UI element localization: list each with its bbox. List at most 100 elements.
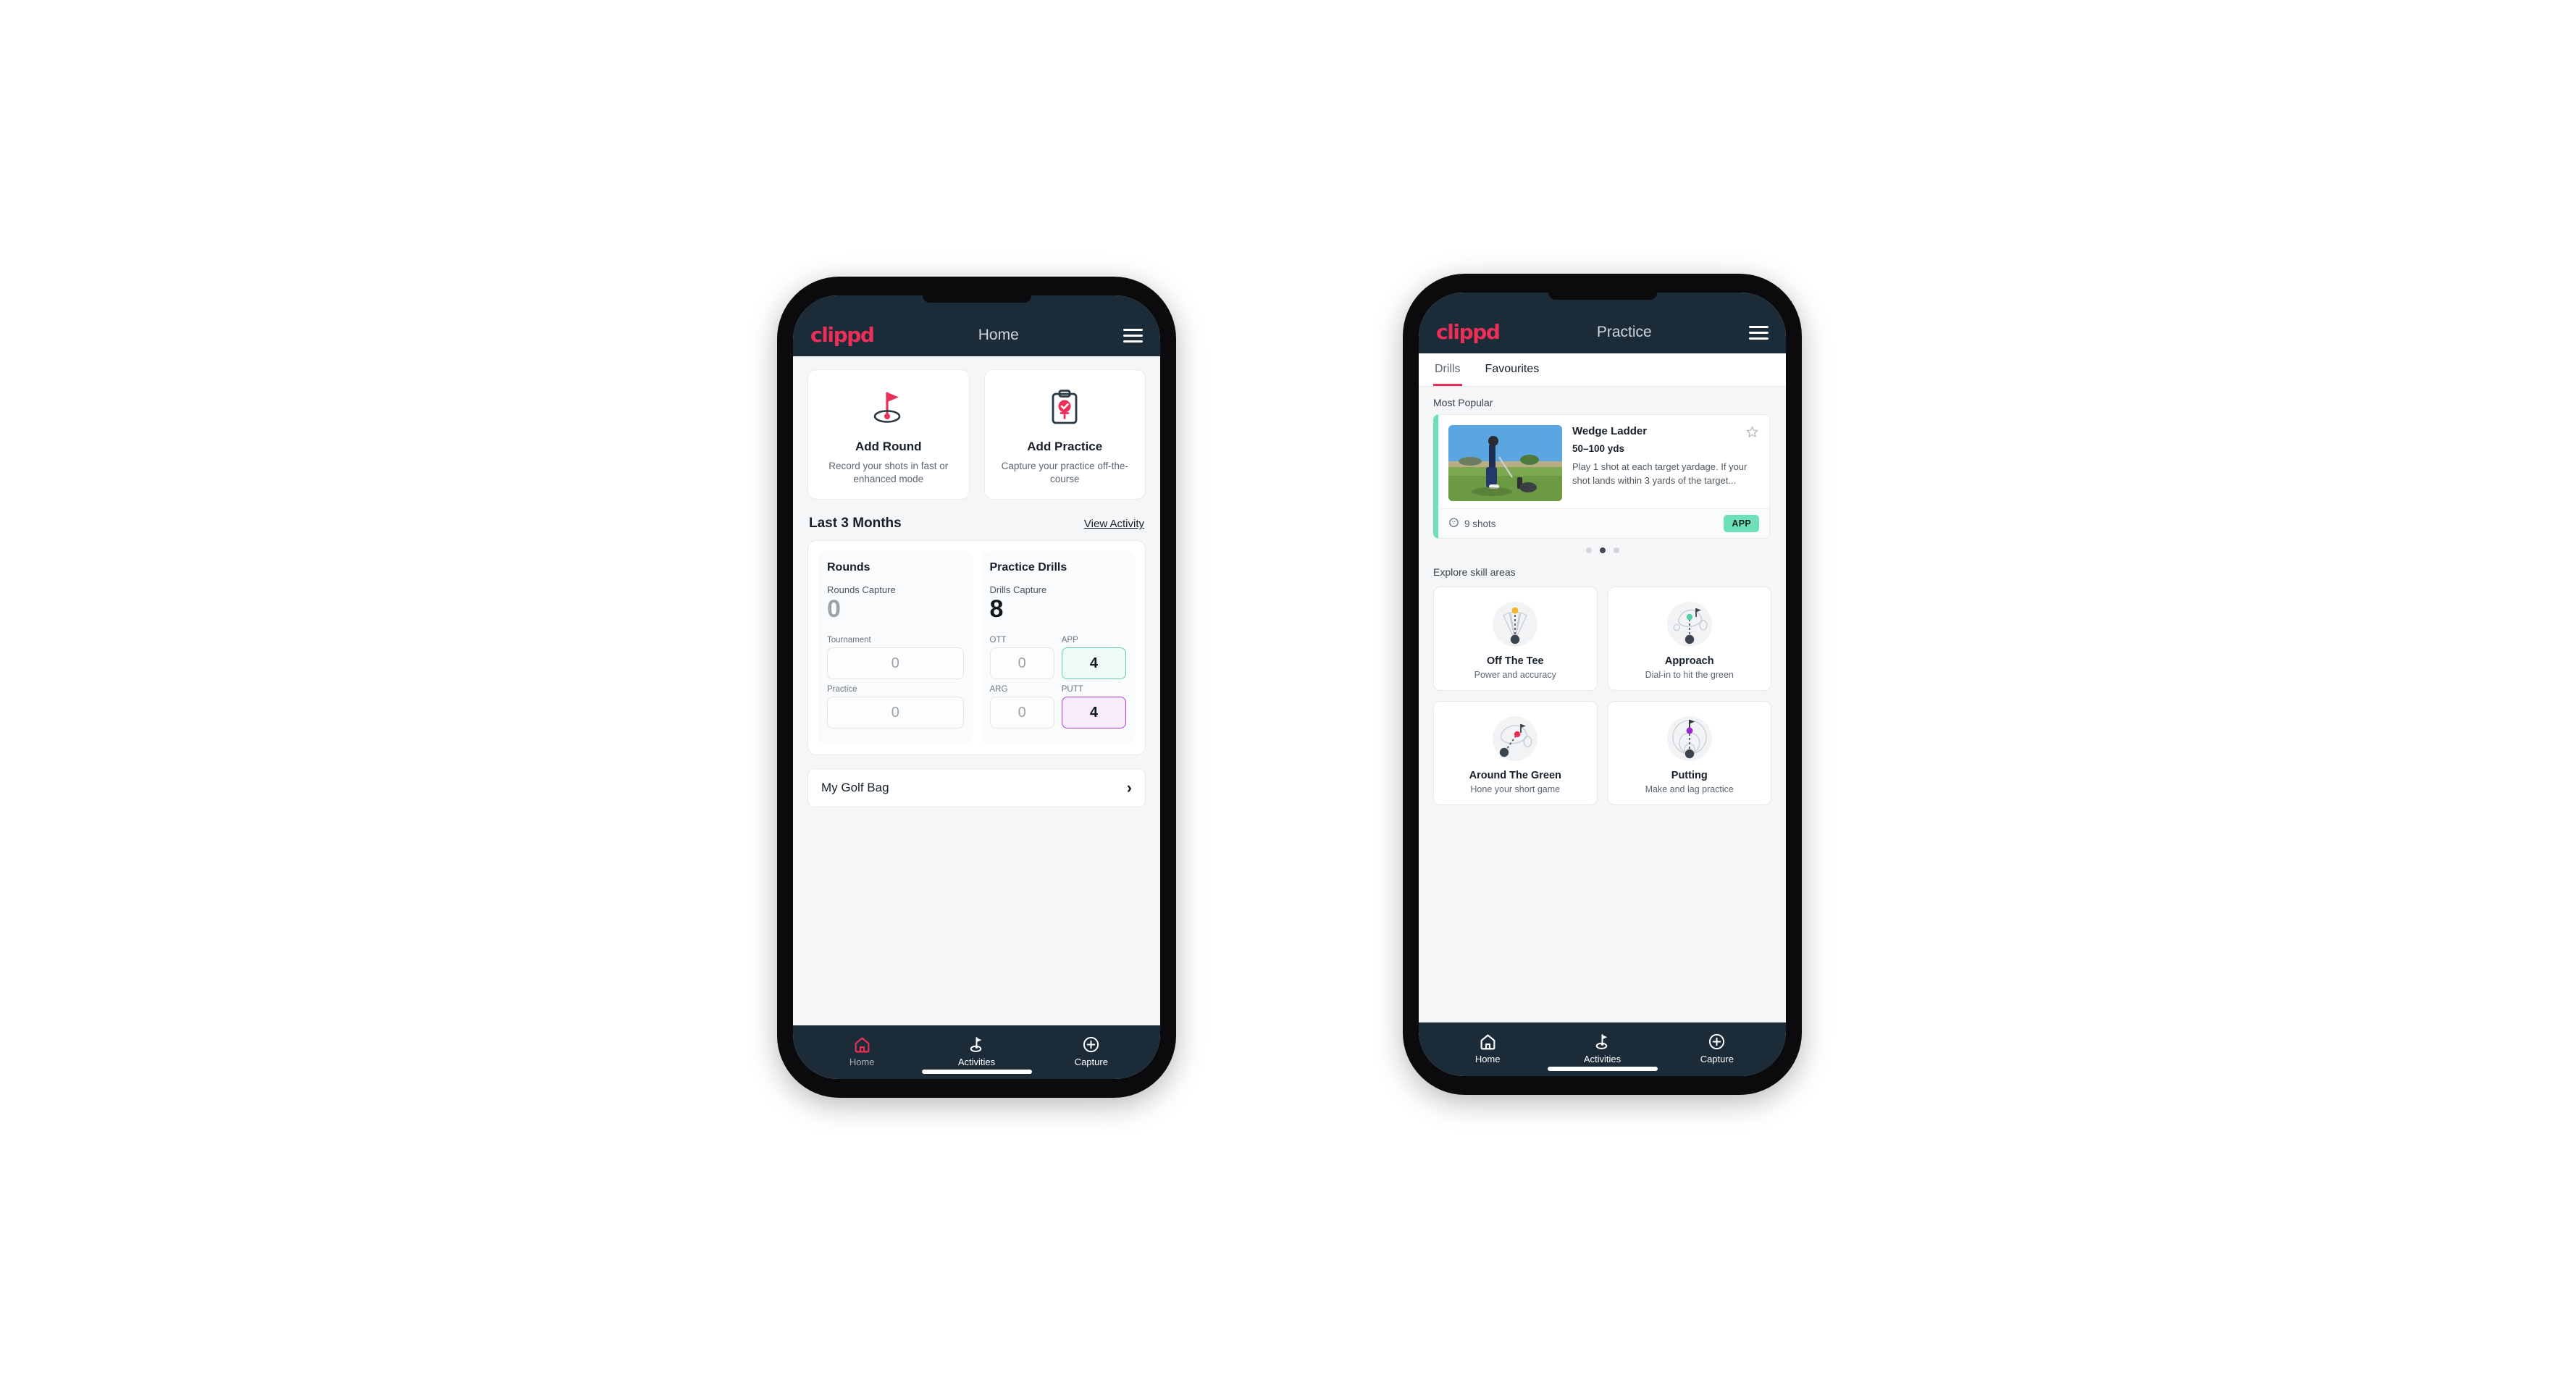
- drill-carousel[interactable]: Wedge Ladder 50–100 yds Play 1 shot at e…: [1419, 414, 1786, 539]
- rounds-capture-label: Rounds Capture: [827, 584, 896, 596]
- clipboard-check-icon: [1045, 386, 1084, 429]
- practice-scroll-area[interactable]: Most Popular Wedge Ladder 50–100 yds Pla…: [1419, 387, 1786, 1022]
- rounds-column: Rounds Rounds Capture 0 Tournament 0 Pra…: [818, 551, 973, 745]
- nav-item-capture[interactable]: Capture: [1034, 1034, 1149, 1067]
- rounds-capture-value: 0: [827, 595, 841, 623]
- mini-ott-label: OTT: [989, 636, 1007, 645]
- drills-mini-row-1: OTT 0 APP 4: [989, 636, 1126, 685]
- chevron-right-icon: ›: [1126, 778, 1132, 797]
- skill-card-approach[interactable]: Approach Dial-in to hit the green: [1607, 587, 1771, 691]
- clippd-logo[interactable]: clippd: [1436, 322, 1501, 343]
- mini-arg-label: ARG: [989, 685, 1008, 694]
- drill-title-row: Wedge Ladder: [1572, 425, 1759, 442]
- nav-item-capture[interactable]: Capture: [1660, 1031, 1774, 1064]
- skill-sub-off-the-tee: Power and accuracy: [1474, 670, 1556, 680]
- mini-putt-value: 4: [1061, 697, 1126, 729]
- drills-capture-value: 8: [989, 595, 1004, 623]
- drill-card-footer: 9 shots APP: [1438, 508, 1769, 538]
- mini-app-value: 4: [1061, 647, 1126, 680]
- mini-practice-value: 0: [827, 697, 964, 729]
- mini-app[interactable]: APP 4: [1061, 636, 1126, 680]
- mini-ott[interactable]: OTT 0: [989, 636, 1054, 680]
- nav-item-home[interactable]: Home: [805, 1034, 919, 1067]
- page-title: Practice: [1596, 324, 1652, 340]
- mini-putt-label: PUTT: [1061, 685, 1083, 694]
- skill-name-putting: Putting: [1671, 770, 1708, 781]
- skill-name-approach: Approach: [1664, 655, 1714, 667]
- quick-actions-row: Add Round Record your shots in fast or e…: [793, 356, 1160, 500]
- mini-tournament[interactable]: Tournament 0: [827, 636, 964, 680]
- phone-mockup-home: clippd Home Add Round Record your shots …: [777, 277, 1176, 1098]
- drill-shots: 9 shots: [1448, 517, 1496, 530]
- most-popular-label: Most Popular: [1433, 397, 1493, 408]
- drills-mini-row-2: ARG 0 PUTT 4: [989, 685, 1126, 734]
- add-round-card[interactable]: Add Round Record your shots in fast or e…: [807, 369, 970, 500]
- home-scroll-area[interactable]: Add Round Record your shots in fast or e…: [793, 356, 1160, 1025]
- skill-name-around-the-green: Around The Green: [1469, 770, 1561, 781]
- practice-drills-column: Practice Drills Drills Capture 8 OTT 0 A…: [981, 551, 1135, 745]
- chip-green-icon: [1441, 712, 1590, 765]
- skill-card-off-the-tee[interactable]: Off The Tee Power and accuracy: [1433, 587, 1598, 691]
- nav-item-capture-label: Capture: [1700, 1054, 1734, 1064]
- hamburger-icon[interactable]: [1123, 328, 1143, 343]
- add-round-title: Add Round: [855, 440, 922, 453]
- nav-item-capture-label: Capture: [1074, 1057, 1108, 1067]
- plus-circle-icon: [1660, 1031, 1774, 1051]
- carousel-dot-3[interactable]: [1613, 547, 1619, 553]
- app-bar-home: clippd Home: [793, 295, 1160, 356]
- section-title: Last 3 Months: [809, 516, 902, 532]
- skill-sub-putting: Make and lag practice: [1645, 784, 1734, 794]
- home-icon: [805, 1034, 919, 1054]
- page-title: Home: [978, 327, 1019, 343]
- carousel-dot-2[interactable]: [1599, 547, 1606, 553]
- explore-skill-areas-label: Explore skill areas: [1433, 566, 1516, 578]
- clippd-logo[interactable]: clippd: [810, 325, 875, 345]
- carousel-dot-1[interactable]: [1585, 547, 1592, 553]
- golf-flag-hole-icon: [868, 386, 910, 429]
- mini-tournament-label: Tournament: [827, 636, 871, 645]
- last-3-months-header: Last 3 Months View Activity: [793, 500, 1160, 540]
- phone-notch: [922, 295, 1031, 303]
- tee-fan-icon: [1441, 597, 1590, 651]
- golf-flag-icon: [919, 1034, 1033, 1054]
- mini-practice[interactable]: Practice 0: [827, 685, 964, 729]
- my-golf-bag-row[interactable]: My Golf Bag ›: [807, 768, 1146, 808]
- nav-item-activities[interactable]: Activities: [1545, 1031, 1659, 1064]
- home-indicator-bar: [921, 1070, 1032, 1074]
- skill-sub-approach: Dial-in to hit the green: [1645, 670, 1734, 680]
- nav-item-activities-label: Activities: [957, 1057, 996, 1067]
- drills-heading: Practice Drills: [989, 561, 1067, 574]
- skill-card-around-the-green[interactable]: Around The Green Hone your short game: [1433, 701, 1598, 805]
- star-outline-icon[interactable]: [1745, 425, 1759, 442]
- mini-putt[interactable]: PUTT 4: [1061, 685, 1126, 729]
- plus-circle-icon: [1034, 1034, 1149, 1054]
- drill-card-body: Wedge Ladder 50–100 yds Play 1 shot at e…: [1438, 415, 1769, 508]
- drill-description: Play 1 shot at each target yardage. If y…: [1572, 461, 1748, 486]
- drill-thumbnail[interactable]: [1448, 425, 1562, 501]
- add-round-subtitle: Record your shots in fast or enhanced mo…: [828, 461, 949, 485]
- skill-name-off-the-tee: Off The Tee: [1486, 655, 1544, 667]
- app-bar-practice: clippd Practice: [1419, 293, 1786, 353]
- tab-drills[interactable]: Drills: [1433, 353, 1462, 386]
- skill-card-putting[interactable]: Putting Make and lag practice: [1607, 701, 1771, 805]
- drill-card-wedge-ladder[interactable]: Wedge Ladder 50–100 yds Play 1 shot at e…: [1433, 414, 1770, 539]
- hamburger-icon[interactable]: [1748, 325, 1769, 340]
- mini-ott-value: 0: [989, 647, 1054, 680]
- golf-ball-icon: [1448, 517, 1459, 530]
- carousel-pagination-dots: [1419, 539, 1786, 556]
- drill-title: Wedge Ladder: [1572, 425, 1648, 437]
- bottom-nav-home: Home Activities Capture: [793, 1025, 1160, 1079]
- add-practice-card[interactable]: Add Practice Capture your practice off-t…: [983, 369, 1146, 500]
- my-golf-bag-label: My Golf Bag: [821, 781, 889, 795]
- nav-item-activities[interactable]: Activities: [919, 1034, 1033, 1067]
- tab-favourites[interactable]: Favourites: [1484, 353, 1541, 386]
- mini-arg[interactable]: ARG 0: [989, 685, 1054, 729]
- drill-category-badge: APP: [1724, 515, 1759, 532]
- phone-screen-practice: clippd Practice Drills Favourites Most P…: [1419, 293, 1786, 1076]
- view-activity-link[interactable]: View Activity: [1084, 518, 1144, 530]
- drill-shots-label: 9 shots: [1464, 518, 1496, 529]
- drill-meta: Wedge Ladder 50–100 yds Play 1 shot at e…: [1572, 425, 1759, 501]
- rounds-minis: Tournament 0 Practice 0: [827, 636, 964, 729]
- nav-item-home[interactable]: Home: [1430, 1031, 1545, 1064]
- bottom-nav-practice: Home Activities Capture: [1419, 1022, 1786, 1076]
